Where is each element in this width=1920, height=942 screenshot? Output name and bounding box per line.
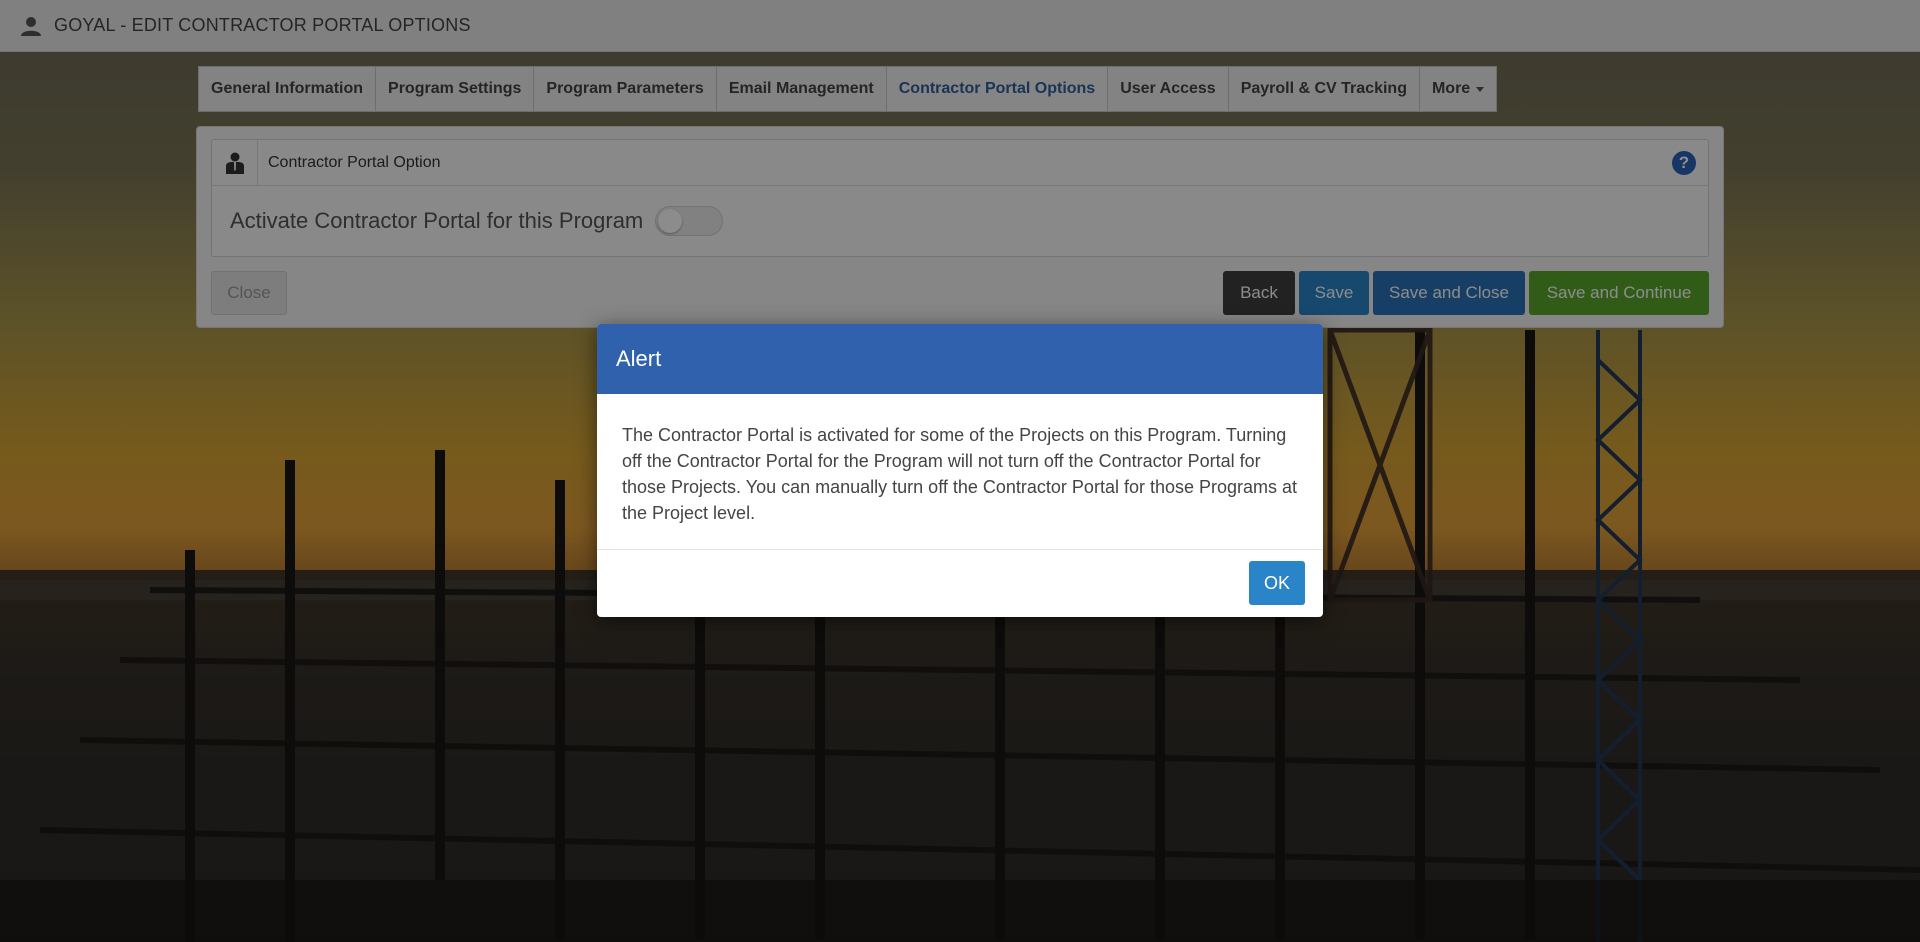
alert-footer: OK: [597, 550, 1323, 617]
alert-title: Alert: [597, 324, 1323, 394]
alert-dialog: Alert The Contractor Portal is activated…: [597, 324, 1323, 617]
ok-button[interactable]: OK: [1249, 561, 1305, 605]
alert-message: The Contractor Portal is activated for s…: [597, 394, 1323, 550]
